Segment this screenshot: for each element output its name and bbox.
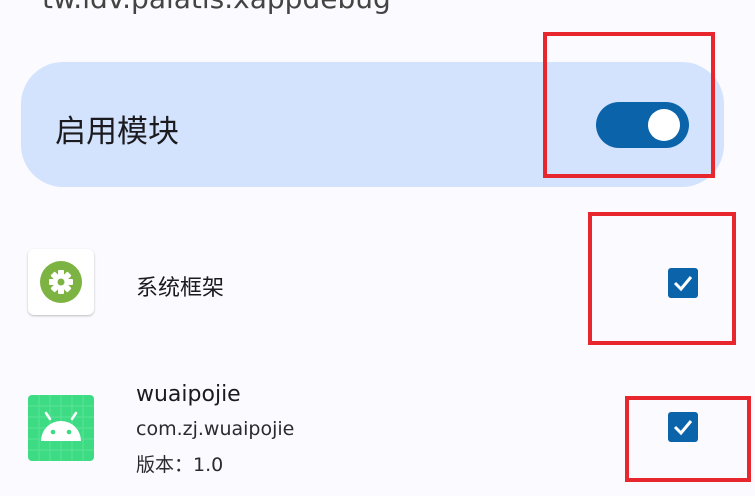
system-framework-icon-frame — [28, 249, 94, 315]
package-name-header: tw.idv.palatis.xappdebug — [42, 0, 391, 15]
check-icon — [673, 276, 693, 292]
check-icon — [673, 420, 693, 436]
gear-icon — [40, 261, 82, 303]
enable-module-label: 启用模块 — [55, 114, 179, 150]
list-item-system-framework[interactable]: 系统框架 — [0, 240, 755, 330]
enable-module-card[interactable]: 启用模块 — [21, 62, 724, 187]
enable-module-switch[interactable] — [596, 102, 689, 148]
list-item-wuaipojie[interactable]: wuaipojie com.zj.wuaipojie 版本：1.0 — [0, 375, 755, 487]
switch-thumb — [648, 109, 680, 141]
system-framework-title: 系统框架 — [136, 276, 225, 301]
system-framework-checkbox[interactable] — [668, 268, 698, 298]
wuaipojie-package-name: com.zj.wuaipojie — [136, 418, 295, 440]
wuaipojie-checkbox[interactable] — [668, 412, 698, 442]
wuaipojie-title: wuaipojie — [136, 382, 241, 407]
android-icon — [28, 395, 94, 461]
wuaipojie-version: 版本：1.0 — [136, 454, 224, 476]
